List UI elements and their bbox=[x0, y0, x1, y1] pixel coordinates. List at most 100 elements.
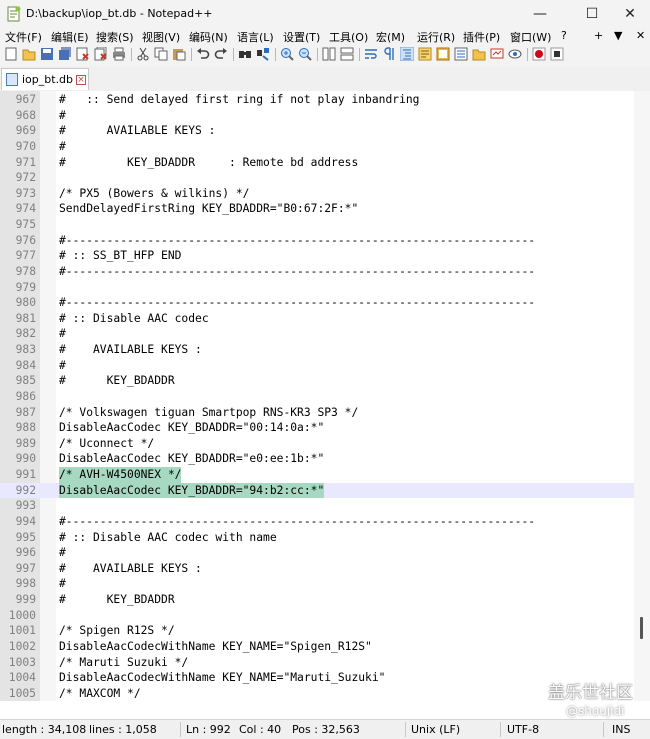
tab-list-dropdown[interactable]: ▼ bbox=[614, 29, 622, 42]
code-line[interactable]: 987 /* Volkswagen tiguan Smartpop RNS-KR3… bbox=[0, 405, 634, 421]
close-tab-icon[interactable]: × bbox=[76, 75, 86, 85]
paste-icon[interactable] bbox=[172, 47, 186, 61]
menu-view[interactable]: 视图(V) bbox=[142, 29, 180, 45]
user-defined-lang-icon[interactable] bbox=[418, 47, 432, 61]
code-line[interactable]: 990 DisableAacCodec KEY_BDADDR="e0:ee:1b:… bbox=[0, 451, 634, 467]
save-all-icon[interactable] bbox=[58, 47, 72, 61]
code-line[interactable]: 992 DisableAacCodec KEY_BDADDR="94:b2:cc:… bbox=[0, 482, 634, 499]
function-list-icon[interactable] bbox=[454, 47, 468, 61]
monitoring-icon[interactable] bbox=[490, 47, 504, 61]
code-line[interactable]: 973 /* PX5 (Bowers & wilkins) */ bbox=[0, 186, 634, 202]
code-line[interactable]: 984 # bbox=[0, 358, 634, 374]
code-line[interactable]: 985 # KEY_BDADDR bbox=[0, 373, 634, 389]
line-number: 973 bbox=[15, 186, 36, 200]
code-line[interactable]: 982 # bbox=[0, 326, 634, 342]
code-line[interactable]: 1000 bbox=[0, 608, 634, 624]
close-all-icon[interactable] bbox=[94, 47, 108, 61]
line-number: 969 bbox=[15, 124, 36, 138]
code-line[interactable]: 978 #------------------------------------… bbox=[0, 264, 634, 280]
menu-language[interactable]: 语言(L) bbox=[237, 29, 274, 45]
code-line[interactable]: 971 # KEY_BDADDR : Remote bd address bbox=[0, 155, 634, 171]
eye-icon[interactable] bbox=[508, 47, 522, 61]
code-line[interactable]: 967 # :: Send delayed first ring if not p… bbox=[0, 92, 634, 108]
menu-encoding[interactable]: 编码(N) bbox=[189, 29, 228, 45]
code-line[interactable]: 968 # bbox=[0, 108, 634, 124]
sync-vertical-icon[interactable] bbox=[322, 47, 336, 61]
code-line[interactable]: 994 #------------------------------------… bbox=[0, 514, 634, 530]
code-line[interactable]: 1004 DisableAacCodecWithName KEY_NAME="Ma… bbox=[0, 670, 634, 686]
menu-plugins[interactable]: 插件(P) bbox=[463, 29, 500, 45]
print-icon[interactable] bbox=[112, 47, 126, 61]
code-line[interactable]: 977 # :: SS_BT_HFP END bbox=[0, 248, 634, 264]
code-line[interactable]: 997 # AVAILABLE KEYS : bbox=[0, 561, 634, 577]
new-file-icon[interactable] bbox=[4, 47, 18, 61]
close-file-icon[interactable] bbox=[76, 47, 90, 61]
folder-workspace-icon[interactable] bbox=[472, 47, 486, 61]
menu-macro[interactable]: 宏(M) bbox=[376, 29, 405, 45]
menu-window[interactable]: 窗口(W) bbox=[510, 29, 551, 45]
code-line[interactable]: 976 #------------------------------------… bbox=[0, 233, 634, 249]
record-macro-icon[interactable] bbox=[532, 47, 546, 61]
word-wrap-icon[interactable] bbox=[364, 47, 378, 61]
menu-file[interactable]: 文件(F) bbox=[5, 29, 42, 45]
minimize-button[interactable]: — bbox=[518, 0, 562, 28]
save-icon[interactable] bbox=[40, 47, 54, 61]
status-eol[interactable]: Unix (LF) bbox=[411, 723, 460, 736]
sync-horizontal-icon[interactable] bbox=[340, 47, 354, 61]
doc-map-icon[interactable] bbox=[436, 47, 450, 61]
file-icon bbox=[6, 73, 18, 86]
show-all-chars-icon[interactable] bbox=[382, 47, 396, 61]
undo-icon[interactable] bbox=[196, 47, 210, 61]
code-line[interactable]: 1005 /* MAXCOM */ bbox=[0, 686, 634, 701]
code-line[interactable]: 979 bbox=[0, 280, 634, 296]
zoom-out-icon[interactable] bbox=[298, 47, 312, 61]
vertical-scrollbar[interactable] bbox=[634, 91, 650, 701]
code-line[interactable]: 983 # AVAILABLE KEYS : bbox=[0, 342, 634, 358]
tab-iop-bt-db[interactable]: iop_bt.db × bbox=[1, 68, 89, 90]
add-tab-button[interactable]: + bbox=[594, 29, 603, 42]
line-number: 983 bbox=[15, 343, 36, 356]
code-line[interactable]: 996 # bbox=[0, 545, 634, 561]
close-tab-menu-button[interactable]: ✕ bbox=[636, 29, 645, 42]
zoom-in-icon[interactable] bbox=[280, 47, 294, 61]
menu-search[interactable]: 搜索(S) bbox=[96, 29, 134, 45]
status-encoding[interactable]: UTF-8 bbox=[507, 723, 539, 736]
redo-icon[interactable] bbox=[214, 47, 228, 61]
code-line[interactable]: 1001 /* Spigen R12S */ bbox=[0, 623, 634, 639]
code-line[interactable]: 991 /* AVH-W4500NEX */ bbox=[0, 467, 634, 483]
code-line[interactable]: 993 bbox=[0, 498, 634, 514]
code-line[interactable]: 975 bbox=[0, 217, 634, 233]
code-line[interactable]: 980 #------------------------------------… bbox=[0, 295, 634, 311]
code-line[interactable]: 970 # bbox=[0, 139, 634, 155]
cut-icon[interactable] bbox=[136, 47, 150, 61]
code-line[interactable]: 1003 /* Maruti Suzuki */ bbox=[0, 655, 634, 671]
open-file-icon[interactable] bbox=[22, 47, 36, 61]
code-line[interactable]: 998 # bbox=[0, 576, 634, 592]
code-line[interactable]: 989 /* Uconnect */ bbox=[0, 436, 634, 452]
code-line[interactable]: 1002 DisableAacCodecWithName KEY_NAME="Sp… bbox=[0, 639, 634, 655]
close-window-button[interactable]: ✕ bbox=[608, 0, 650, 28]
code-line[interactable]: 999 # KEY_BDADDR bbox=[0, 592, 634, 608]
menu-edit[interactable]: 编辑(E) bbox=[51, 29, 89, 45]
scrollbar-thumb[interactable] bbox=[640, 617, 643, 639]
code-line[interactable]: 972 bbox=[0, 170, 634, 186]
code-line[interactable]: 986 bbox=[0, 389, 634, 405]
menu-tools[interactable]: 工具(O) bbox=[329, 29, 368, 45]
code-line[interactable]: 988 DisableAacCodec KEY_BDADDR="00:14:0a:… bbox=[0, 420, 634, 436]
status-length: length : 34,108 bbox=[2, 723, 87, 736]
stop-macro-icon[interactable] bbox=[550, 47, 564, 61]
toolbar-separator bbox=[131, 48, 132, 61]
copy-icon[interactable] bbox=[154, 47, 168, 61]
code-line[interactable]: 995 # :: Disable AAC codec with name bbox=[0, 530, 634, 546]
editor-area[interactable]: 967 # :: Send delayed first ring if not p… bbox=[0, 91, 650, 701]
menu-help[interactable]: ? bbox=[561, 29, 567, 42]
find-icon[interactable] bbox=[238, 47, 252, 61]
menu-run[interactable]: 运行(R) bbox=[417, 29, 455, 45]
replace-icon[interactable] bbox=[256, 47, 270, 61]
code-line[interactable]: 981 # :: Disable AAC codec bbox=[0, 311, 634, 327]
status-insert-mode[interactable]: INS bbox=[612, 723, 630, 736]
code-line[interactable]: 974 SendDelayedFirstRing KEY_BDADDR="B0:6… bbox=[0, 201, 634, 217]
menu-settings[interactable]: 设置(T) bbox=[283, 29, 320, 45]
code-line[interactable]: 969 # AVAILABLE KEYS : bbox=[0, 123, 634, 139]
indent-guide-icon[interactable] bbox=[400, 47, 414, 61]
